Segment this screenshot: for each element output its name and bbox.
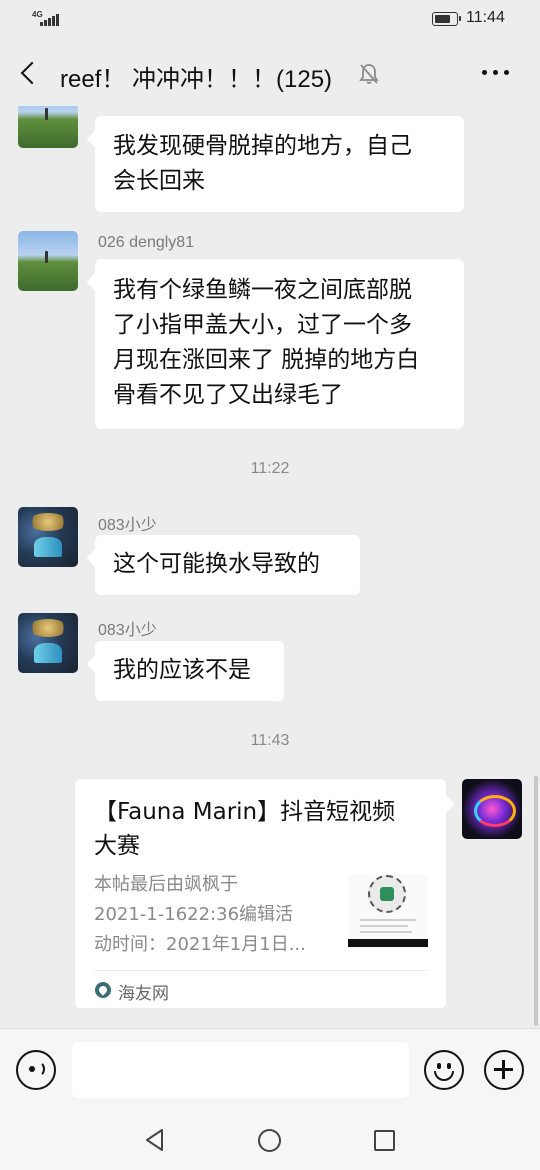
link-card-title: 【Fauna Marin】抖音短视频 大赛	[94, 795, 429, 863]
nav-home-icon[interactable]	[258, 1129, 281, 1152]
chat-title: reef！ 冲冲冲！！！(125)	[60, 66, 333, 93]
link-card-desc-line: 动时间：2021年1月1日...	[94, 934, 306, 955]
sender-name: 083小少	[98, 517, 157, 534]
back-chevron-icon[interactable]	[14, 56, 44, 90]
link-card-title-line: 【Fauna Marin】抖音短视频	[94, 799, 396, 825]
emoji-icon[interactable]	[424, 1050, 464, 1090]
link-card[interactable]: 【Fauna Marin】抖音短视频 大赛 本帖最后由飒枫于 2021-1-16…	[75, 779, 446, 1008]
link-card-divider	[94, 970, 428, 971]
avatar[interactable]	[18, 507, 78, 567]
status-time: 11:44	[466, 9, 505, 26]
timestamp: 11:22	[250, 460, 290, 477]
scrollbar[interactable]	[534, 776, 538, 1026]
message-line: 了小指甲盖大小，过了一个多	[113, 312, 412, 338]
source-logo-icon	[95, 982, 111, 998]
message-line: 我发现硬骨脱掉的地方，自己	[113, 133, 412, 159]
message-line: 会长回来	[113, 168, 205, 194]
signal-icon: 4G	[30, 10, 60, 28]
avatar[interactable]	[18, 231, 78, 291]
avatar[interactable]	[18, 106, 78, 148]
chat-header: reef！ 冲冲冲！！！(125)	[0, 40, 540, 106]
link-card-title-line: 大赛	[94, 833, 140, 859]
link-card-desc-line: 2021-1-1622:36编辑活	[94, 904, 294, 925]
message-line: 月现在涨回来了 脱掉的地方白	[113, 347, 420, 373]
link-card-source: 海友网	[118, 984, 169, 1004]
navigation-bar	[0, 1110, 540, 1170]
avatar[interactable]	[18, 613, 78, 673]
message-line: 我有个绿鱼鳞一夜之间底部脱	[113, 277, 412, 303]
voice-icon[interactable]	[16, 1050, 56, 1090]
avatar[interactable]	[462, 779, 522, 839]
mute-bell-icon	[358, 62, 380, 86]
battery-icon	[432, 12, 461, 26]
sender-name: 083小少	[98, 622, 157, 639]
sender-name: 026 dengly81	[98, 234, 195, 251]
message-bubble[interactable]: 这个可能换水导致的	[95, 535, 360, 595]
message-line: 我的应该不是	[113, 657, 251, 683]
message-bubble[interactable]: 我的应该不是	[95, 641, 284, 701]
plus-icon[interactable]	[484, 1050, 524, 1090]
more-dots-icon[interactable]	[482, 70, 509, 75]
message-bubble[interactable]: 我发现硬骨脱掉的地方，自己 会长回来	[95, 116, 464, 212]
nav-back-icon[interactable]	[144, 1128, 166, 1152]
link-card-desc-line: 本帖最后由飒枫于	[94, 874, 238, 895]
message-input[interactable]	[72, 1042, 409, 1098]
link-card-thumbnail	[348, 875, 428, 949]
chat-area[interactable]: 我发现硬骨脱掉的地方，自己 会长回来 026 dengly81 我有个绿鱼鳞一夜…	[0, 106, 540, 1028]
status-bar: 4G 11:44	[0, 0, 540, 40]
message-line: 这个可能换水导致的	[113, 551, 320, 577]
message-line: 骨看不见了又出绿毛了	[113, 382, 343, 408]
input-bar	[0, 1028, 540, 1110]
link-card-description: 本帖最后由飒枫于 2021-1-1622:36编辑活 动时间：2021年1月1日…	[94, 870, 339, 960]
timestamp: 11:43	[250, 732, 290, 749]
message-bubble[interactable]: 我有个绿鱼鳞一夜之间底部脱 了小指甲盖大小，过了一个多 月现在涨回来了 脱掉的地…	[95, 259, 464, 429]
nav-recent-icon[interactable]	[374, 1130, 395, 1151]
